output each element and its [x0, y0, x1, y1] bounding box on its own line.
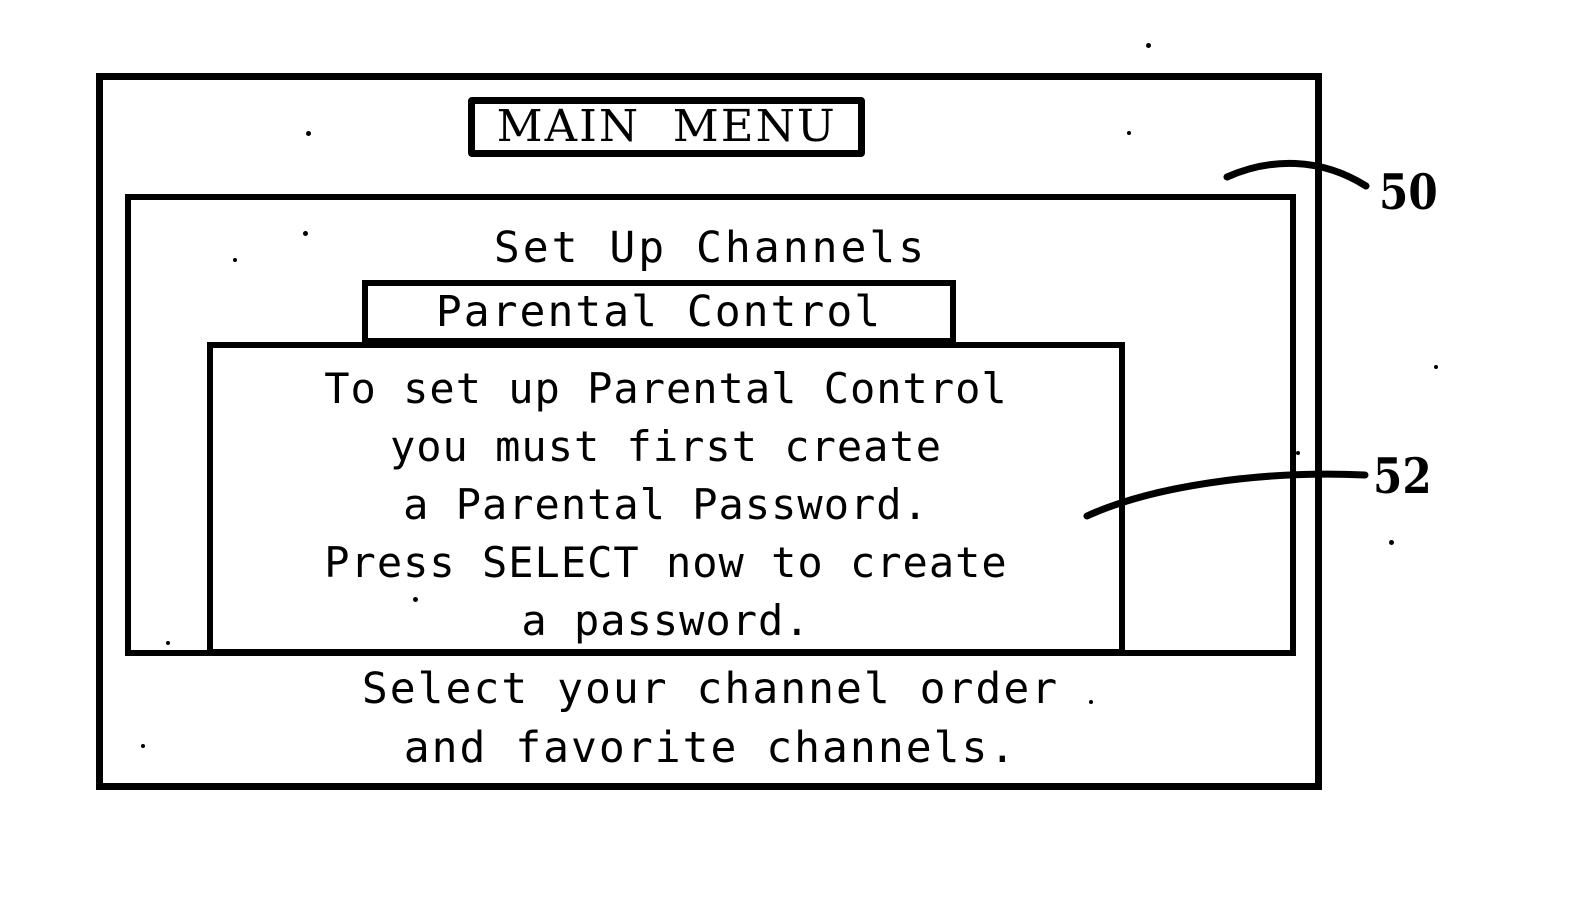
menu-item-set-up-channels[interactable]: Set Up Channels: [131, 222, 1290, 274]
dialog-text-line-5: a password.: [521, 596, 811, 645]
scan-speck: [1089, 700, 1093, 704]
scan-speck: [1127, 131, 1131, 135]
scan-speck: [1434, 365, 1438, 369]
dialog-text-line-1: To set up Parental Control: [324, 364, 1008, 413]
main-menu-title-box: MAIN MENU: [468, 97, 865, 157]
menu-item-parental-control[interactable]: Parental Control: [362, 280, 956, 344]
scan-speck: [233, 258, 237, 262]
main-menu-title-label: MAIN MENU: [496, 101, 837, 152]
menu-description-line-1: Select your channel order: [361, 664, 1060, 714]
reference-numeral-50: 50: [1379, 163, 1438, 221]
dialog-text-line-4: Press SELECT now to create: [324, 538, 1008, 587]
scan-speck: [1146, 43, 1151, 48]
scan-speck: [413, 597, 418, 602]
scan-speck: [1389, 540, 1394, 545]
menu-item-parental-control-label: Parental Control: [435, 287, 883, 337]
scan-speck: [166, 641, 170, 645]
scan-speck: [303, 231, 308, 236]
parental-control-dialog: To set up Parental Control you must firs…: [207, 342, 1125, 655]
reference-numeral-52: 52: [1373, 447, 1432, 505]
scan-speck: [141, 744, 145, 748]
dialog-text-line-3: a Parental Password.: [403, 480, 929, 529]
menu-description-line-2: and favorite channels.: [403, 723, 1018, 773]
dialog-text-line-2: you must first create: [389, 422, 942, 471]
menu-description: Select your channel order and favorite c…: [125, 660, 1296, 778]
scan-speck: [1296, 451, 1300, 455]
scan-speck: [306, 131, 311, 136]
patent-figure: Set Up Channels MAIN MENU Parental Contr…: [0, 0, 1569, 906]
